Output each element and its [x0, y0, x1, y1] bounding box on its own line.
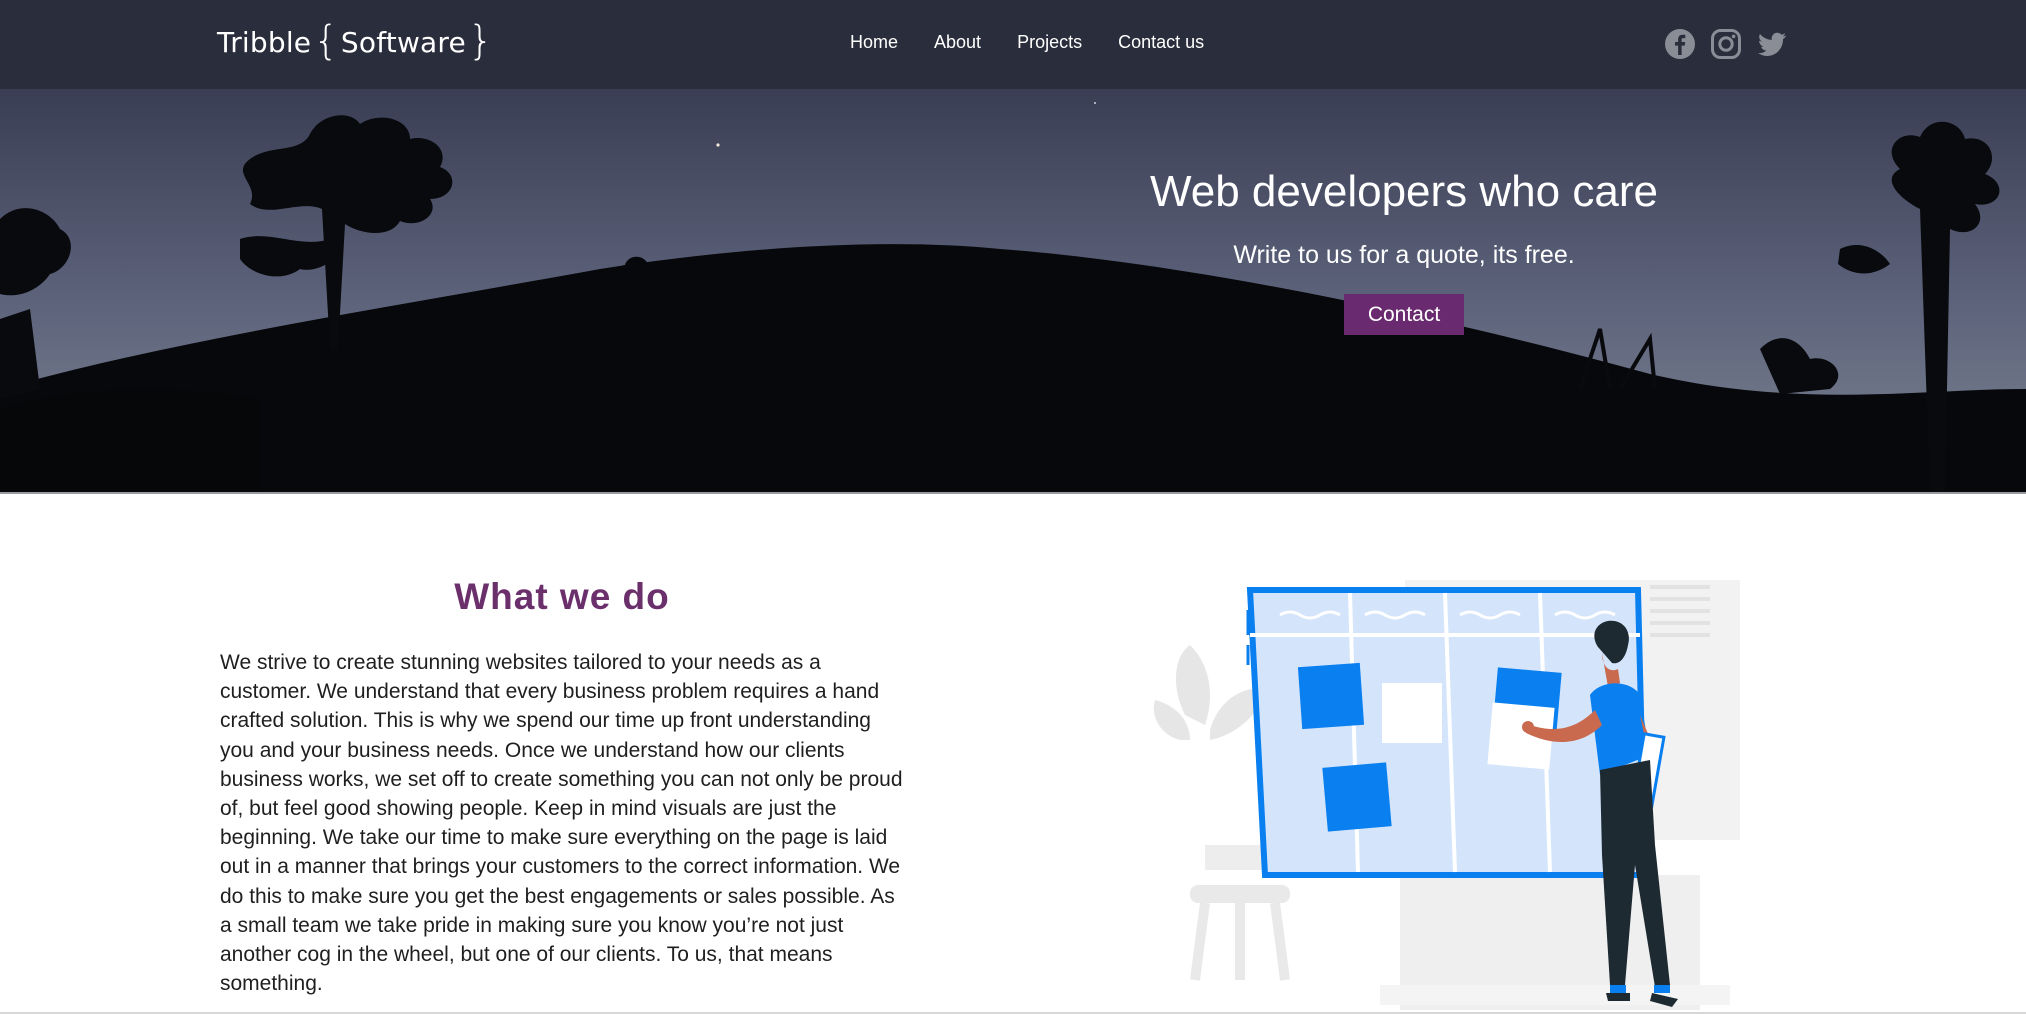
brand-name: Tribble	[217, 25, 312, 59]
nav-home-link[interactable]: Home	[848, 28, 900, 57]
night-landscape-image	[0, 89, 2026, 492]
hero-content: Web developers who care Write to us for …	[1100, 164, 1708, 335]
twitter-icon[interactable]	[1756, 28, 1788, 60]
section-body-text: We strive to create stunning websites ta…	[220, 651, 903, 996]
navbar: Tribble { Software } Home About Projects…	[0, 0, 2026, 89]
hero-contact-button[interactable]: Contact	[1343, 294, 1465, 335]
hero-title: Web developers who care	[1150, 167, 1658, 216]
brand-name-inner: Software	[340, 25, 466, 59]
nav-about-link[interactable]: About	[932, 28, 983, 57]
brand-brace-open: {	[313, 18, 339, 64]
nav-contact-us-link[interactable]: Contact us	[1116, 28, 1206, 57]
hero-banner: Web developers who care Write to us for …	[0, 89, 2026, 494]
person-at-board-illustration	[1153, 580, 1740, 1010]
brand-logo[interactable]: Tribble { Software }	[217, 18, 496, 66]
facebook-icon[interactable]	[1664, 28, 1696, 60]
kanban-board-illustration	[1150, 575, 1800, 1014]
nav-projects-link[interactable]: Projects	[1015, 28, 1084, 57]
social-links	[1664, 28, 1788, 60]
instagram-icon[interactable]	[1710, 28, 1742, 60]
section-title: What we do	[454, 576, 670, 617]
main-nav: Home About Projects Contact us	[848, 28, 1206, 57]
brand-brace-close: }	[467, 18, 494, 64]
hero-subtitle: Write to us for a quote, its free.	[1233, 241, 1575, 269]
